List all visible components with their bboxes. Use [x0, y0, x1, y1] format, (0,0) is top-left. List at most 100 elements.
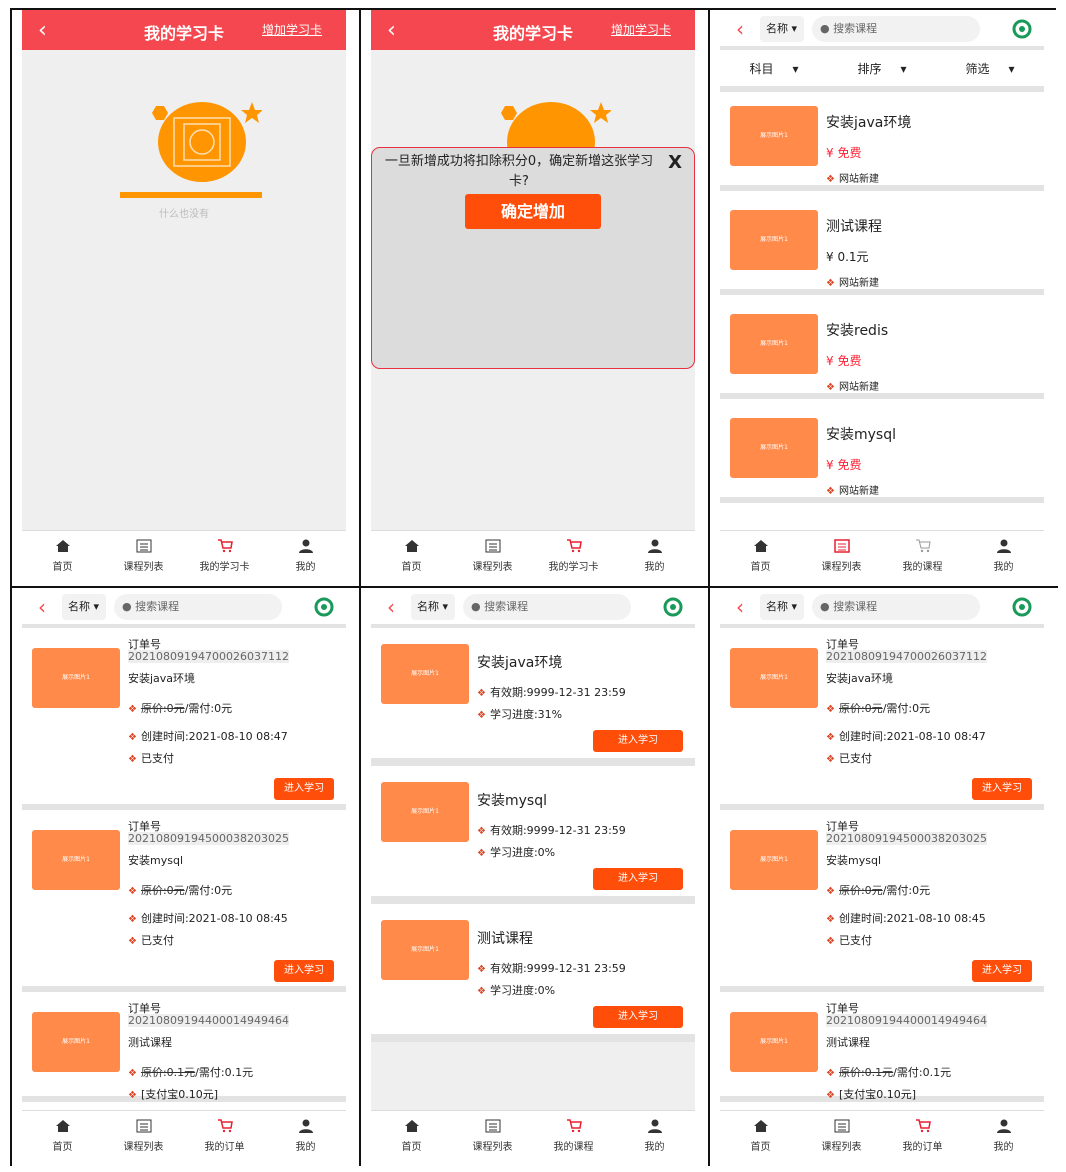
tab-home[interactable]: 首页 — [371, 1111, 452, 1166]
enter-study-button[interactable]: 进入学习 — [274, 960, 334, 982]
course-thumbnail: 展示图片1 — [730, 830, 818, 890]
tab-my-courses[interactable]: 我的课程 — [882, 531, 963, 586]
tab-home[interactable]: 首页 — [22, 531, 103, 586]
tab-my-cards[interactable]: 我的学习卡 — [533, 531, 614, 586]
cart-icon — [217, 539, 233, 553]
tab-course-list[interactable]: 课程列表 — [801, 1111, 882, 1166]
search-input[interactable]: ● 搜索课程 — [812, 16, 980, 42]
tab-home[interactable]: 首页 — [720, 531, 801, 586]
filter-subject[interactable]: 科目 ▾ — [720, 50, 828, 86]
filter-sort[interactable]: 排序 ▾ — [828, 50, 936, 86]
tab-course-list[interactable]: 课程列表 — [103, 531, 184, 586]
course-item[interactable]: 展示图片1 测试课程 ¥ 0.1元 ❖ 网站新建 — [720, 196, 1044, 295]
screen-my-courses: ‹ 名称 ▾ ● 搜索课程 展示图片1 安装java环境 ❖ 有效期:9999-1… — [361, 588, 710, 1166]
tab-bar: 首页 课程列表 我的学习卡 我的 — [371, 530, 695, 586]
search-input[interactable]: ● 搜索课程 — [812, 594, 980, 620]
user-icon — [298, 539, 313, 553]
tab-my-cards[interactable]: 我的学习卡 — [184, 531, 265, 586]
home-icon — [55, 1120, 70, 1132]
cart-icon — [566, 1119, 582, 1133]
refresh-icon[interactable] — [663, 597, 683, 617]
tab-my-orders[interactable]: 我的订单 — [882, 1111, 963, 1166]
enter-study-button[interactable]: 进入学习 — [274, 778, 334, 800]
course-item[interactable]: 展示图片1 安装mysql ¥ 免费 ❖ 网站新建 — [720, 404, 1044, 503]
order-item: 展示图片1 订单号 20210809194700026037112 安装java… — [720, 628, 1044, 810]
search-field-select[interactable]: 名称 ▾ — [411, 594, 455, 620]
back-icon[interactable]: ‹ — [387, 595, 395, 619]
tab-bar: 首页 课程列表 我的课程 我的 — [720, 530, 1044, 586]
tab-course-list[interactable]: 课程列表 — [103, 1111, 184, 1166]
tab-mine[interactable]: 我的 — [614, 1111, 695, 1166]
search-field-select[interactable]: 名称 ▾ — [62, 594, 106, 620]
enter-study-button[interactable]: 进入学习 — [593, 1006, 683, 1028]
screen-add-dialog: ‹ 我的学习卡 增加学习卡 一旦新增成功将扣除积分0，确定新增这张学习卡? X … — [361, 10, 710, 588]
course-thumbnail: 展示图片1 — [32, 830, 120, 890]
course-thumbnail: 展示图片1 — [730, 1012, 818, 1072]
list-icon — [485, 1119, 500, 1133]
add-card-link[interactable]: 增加学习卡 — [611, 21, 671, 38]
refresh-icon[interactable] — [1012, 597, 1032, 617]
tab-home[interactable]: 首页 — [371, 531, 452, 586]
back-icon[interactable]: ‹ — [736, 17, 744, 41]
order-number: 20210809194500038203025 — [826, 832, 987, 845]
tab-course-list[interactable]: 课程列表 — [452, 1111, 533, 1166]
search-input[interactable]: ● 搜索课程 — [114, 594, 282, 620]
home-icon — [404, 1120, 419, 1132]
enter-study-button[interactable]: 进入学习 — [593, 730, 683, 752]
tab-bar: 首页 课程列表 我的订单 我的 — [720, 1110, 1044, 1166]
course-thumbnail: 展示图片1 — [381, 920, 469, 980]
order-item: 展示图片1 订单号 20210809194400014949464 测试课程 ❖… — [22, 992, 346, 1102]
filter-screen[interactable]: 筛选 ▾ — [936, 50, 1044, 86]
back-icon[interactable]: ‹ — [38, 595, 46, 619]
course-thumbnail: 展示图片1 — [381, 644, 469, 704]
user-icon — [647, 1119, 662, 1133]
course-thumbnail: 展示图片1 — [32, 1012, 120, 1072]
tab-home[interactable]: 首页 — [22, 1111, 103, 1166]
search-icon: ● — [820, 22, 830, 35]
course-thumbnail: 展示图片1 — [730, 106, 818, 166]
course-item[interactable]: 展示图片1 安装java环境 ¥ 免费 ❖ 网站新建 — [720, 92, 1044, 191]
tab-course-list[interactable]: 课程列表 — [452, 531, 533, 586]
confirm-dialog: 一旦新增成功将扣除积分0，确定新增这张学习卡? X 确定增加 — [371, 147, 695, 369]
search-field-select[interactable]: 名称 ▾ — [760, 594, 804, 620]
phone-frame: ‹ 名称 ▾ ● 搜索课程 展示图片1 订单号 2021080919470002… — [22, 588, 346, 1166]
add-card-link[interactable]: 增加学习卡 — [262, 21, 322, 38]
search-bar: ‹ 名称 ▾ ● 搜索课程 — [720, 588, 1044, 628]
confirm-add-button[interactable]: 确定增加 — [465, 194, 601, 229]
tab-my-courses[interactable]: 我的课程 — [533, 1111, 614, 1166]
tab-mine[interactable]: 我的 — [963, 531, 1044, 586]
tab-bar: 首页 课程列表 我的课程 我的 — [371, 1110, 695, 1166]
tab-mine[interactable]: 我的 — [265, 1111, 346, 1166]
screen-empty-cards: ‹ 我的学习卡 增加学习卡 什么也没有 首页 课程列表 我的学习卡 我的 — [12, 10, 361, 588]
cart-icon — [915, 539, 931, 553]
tab-home[interactable]: 首页 — [720, 1111, 801, 1166]
back-icon[interactable]: ‹ — [736, 595, 744, 619]
tab-mine[interactable]: 我的 — [265, 531, 346, 586]
list-icon — [136, 1119, 151, 1133]
tab-my-orders[interactable]: 我的订单 — [184, 1111, 265, 1166]
list-icon — [136, 539, 151, 553]
tab-mine[interactable]: 我的 — [614, 531, 695, 586]
enter-study-button[interactable]: 进入学习 — [593, 868, 683, 890]
header-bar: ‹ 我的学习卡 增加学习卡 — [371, 10, 695, 50]
dialog-close-button[interactable]: X — [668, 152, 682, 173]
tab-bar: 首页 课程列表 我的订单 我的 — [22, 1110, 346, 1166]
enter-study-button[interactable]: 进入学习 — [972, 778, 1032, 800]
refresh-icon[interactable] — [314, 597, 334, 617]
order-number: 20210809194700026037112 — [826, 650, 987, 663]
user-icon — [996, 1119, 1011, 1133]
search-input[interactable]: ● 搜索课程 — [463, 594, 631, 620]
tab-course-list[interactable]: 课程列表 — [801, 531, 882, 586]
enter-study-button[interactable]: 进入学习 — [972, 960, 1032, 982]
empty-message: 什么也没有 — [159, 209, 209, 220]
my-course-item: 展示图片1 测试课程 ❖ 有效期:9999-12-31 23:59 ❖ 学习进度:0… — [371, 904, 695, 1042]
course-item[interactable]: 展示图片1 安装redis ¥ 免费 ❖ 网站新建 — [720, 300, 1044, 399]
phone-frame: ‹ 名称 ▾ ● 搜索课程 科目 ▾ 排序 ▾ 筛选 ▾ 展示图片1 安装java… — [720, 10, 1044, 586]
home-icon — [404, 540, 419, 552]
search-field-select[interactable]: 名称 ▾ — [760, 16, 804, 42]
course-thumbnail: 展示图片1 — [381, 782, 469, 842]
refresh-icon[interactable] — [1012, 19, 1032, 39]
cart-icon — [915, 1119, 931, 1133]
tab-mine[interactable]: 我的 — [963, 1111, 1044, 1166]
phone-frame: ‹ 我的学习卡 增加学习卡 一旦新增成功将扣除积分0，确定新增这张学习卡? X … — [371, 10, 695, 586]
